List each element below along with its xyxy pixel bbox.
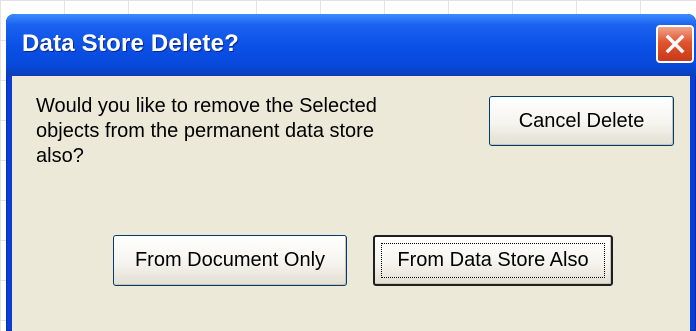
- from-data-store-also-button[interactable]: From Data Store Also: [373, 235, 613, 286]
- dialog-body: Would you like to remove the Selected ob…: [12, 76, 690, 331]
- dialog-message: Would you like to remove the Selected ob…: [36, 95, 377, 167]
- cancel-delete-label: Cancel Delete: [518, 109, 645, 132]
- from-document-only-label: From Document Only: [134, 249, 326, 271]
- data-store-delete-dialog: Data Store Delete? Would you like to rem…: [6, 14, 696, 331]
- dialog-title: Data Store Delete?: [22, 30, 239, 57]
- close-button[interactable]: [656, 25, 694, 63]
- from-document-only-button[interactable]: From Document Only: [113, 235, 347, 286]
- close-icon: [665, 34, 685, 54]
- from-data-store-also-label: From Data Store Also: [397, 249, 589, 271]
- cancel-delete-button[interactable]: Cancel Delete: [489, 96, 674, 146]
- dialog-title-bar[interactable]: Data Store Delete?: [6, 14, 696, 76]
